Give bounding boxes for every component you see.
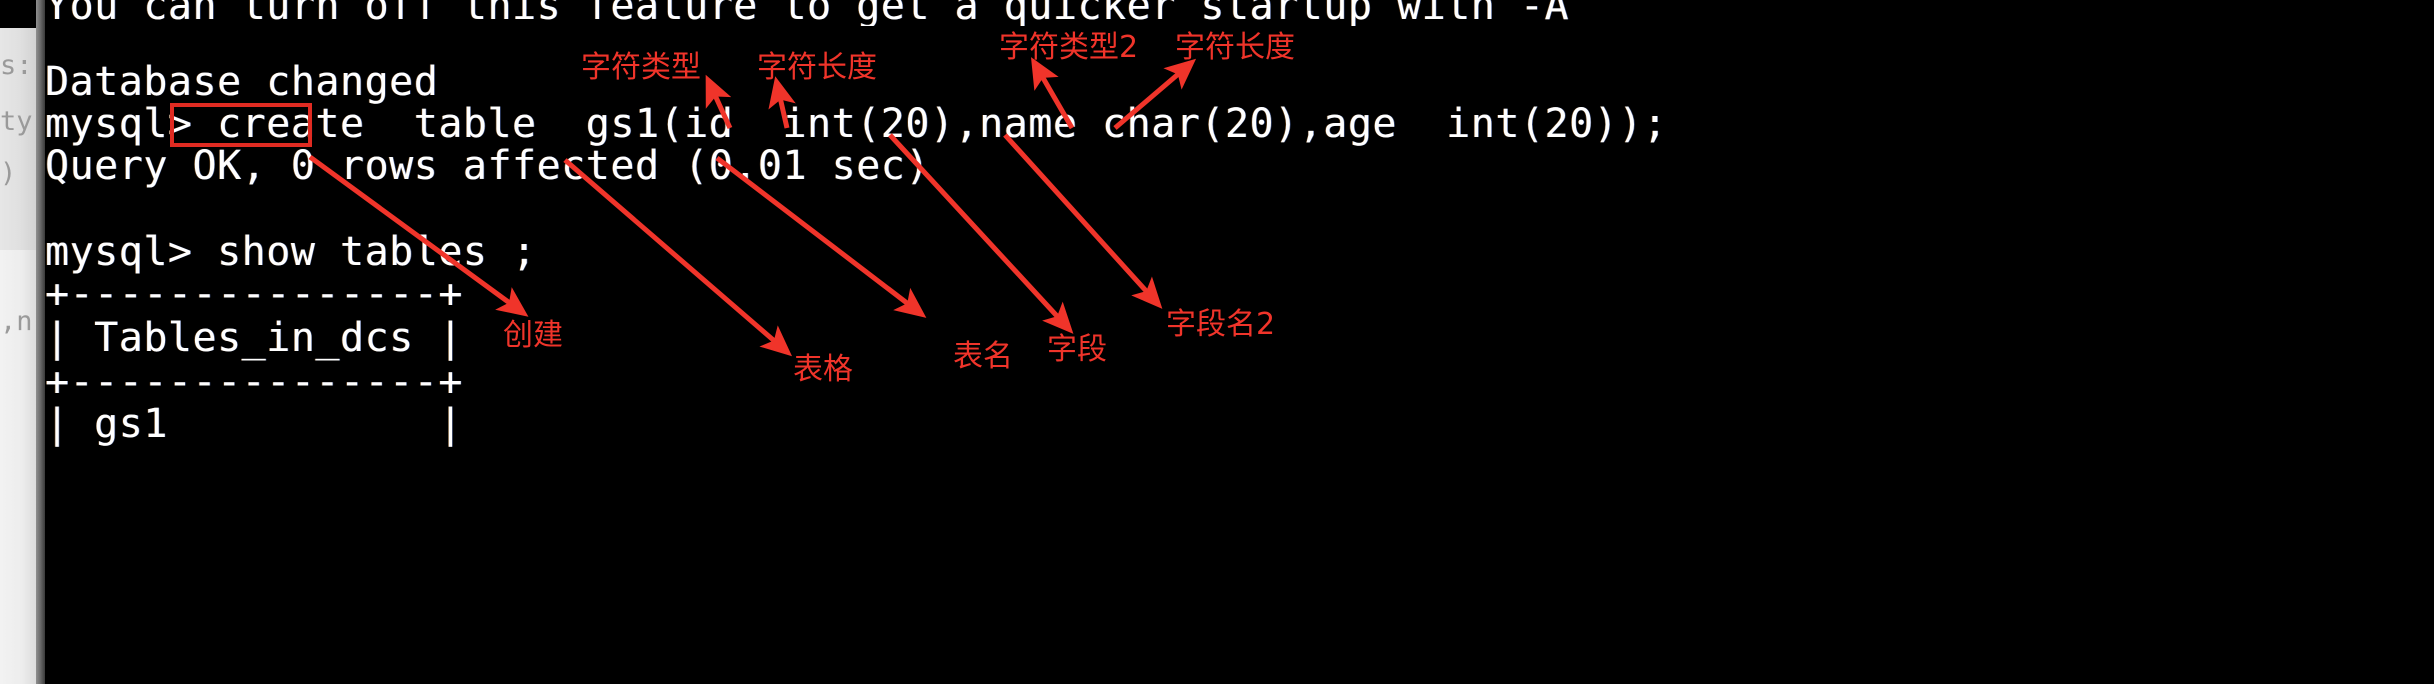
annotation-label: 表名 [953, 339, 1013, 374]
annotation-label: 字符长度 [757, 50, 877, 85]
annotation-label: 表格 [793, 352, 853, 387]
terminal-screenshot: s: ty) ,n You can turn off this feature to… [0, 0, 2434, 684]
background-text-fragment: s: [0, 50, 33, 81]
terminal-line: Database changed [45, 59, 439, 105]
terminal-line: | Tables_in_dcs | [45, 315, 463, 361]
annotation-label: 创建 [503, 318, 563, 353]
create-keyword-box [170, 103, 312, 147]
annotation-label: 字符长度 [1175, 30, 1295, 65]
annotation-label: 字符类型 [581, 50, 701, 85]
terminal-line: +---------------+ [45, 359, 463, 405]
terminal-line: You can turn off this feature to get a q… [45, 0, 1570, 26]
terminal-window-edge [36, 0, 45, 684]
annotation-label: 字段 [1047, 332, 1107, 367]
terminal-line: mysql> show tables ; [45, 229, 537, 275]
background-text-fragment: ,n [0, 306, 33, 337]
annotation-label: 字段名2 [1166, 307, 1276, 342]
terminal-output-area[interactable]: You can turn off this feature to get a q… [45, 0, 2434, 684]
background-text-fragment: ) [0, 158, 17, 189]
terminal-line: +---------------+ [45, 271, 463, 317]
background-text-fragment: ty [0, 106, 33, 137]
terminal-line: Query OK, 0 rows affected (0.01 sec) [45, 143, 930, 189]
annotation-label: 字符类型2 [999, 30, 1139, 65]
terminal-line: | gs1 | [45, 401, 463, 447]
